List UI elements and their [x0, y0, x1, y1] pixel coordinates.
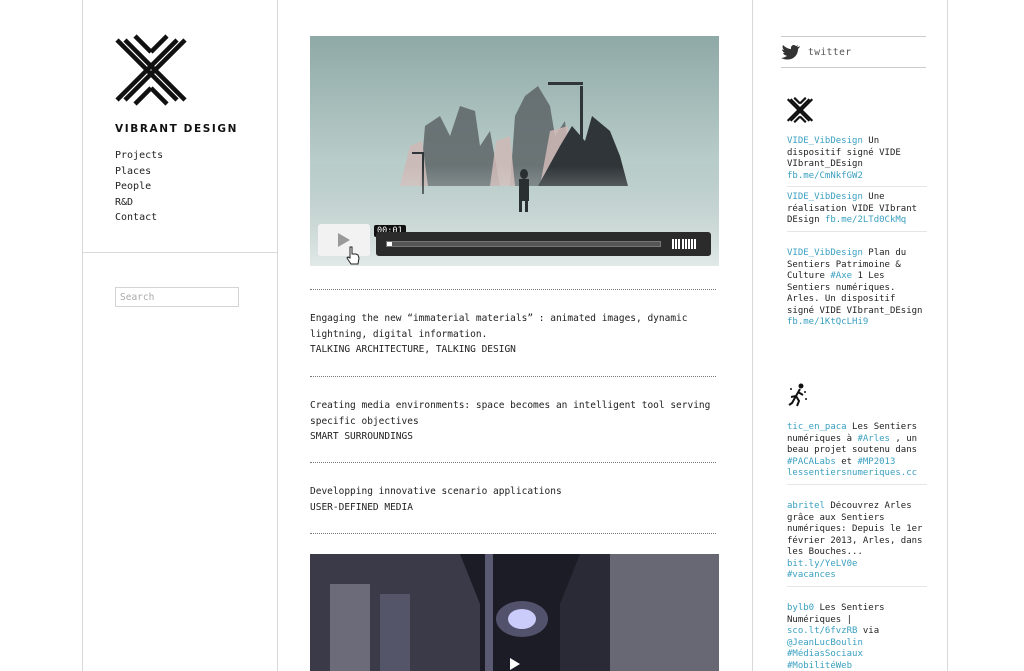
tweet-user[interactable]: VIDE_VibDesign: [787, 192, 863, 202]
tweet: VIDE_VibDesign Une réalisation VIDE VIbr…: [787, 192, 927, 232]
video-control-bar: [376, 232, 711, 256]
twitter-header: twitter: [781, 36, 926, 68]
sidebar-header: VIBRANT DESIGN Projects Places People R&…: [83, 0, 277, 253]
section-3: Developping innovative scenario applicat…: [310, 484, 715, 515]
tweet-hashtag[interactable]: #PACALabs: [787, 457, 836, 467]
tweet-link[interactable]: lessentiersnumeriques.cc: [787, 468, 927, 480]
vibrant-design-logo-icon[interactable]: [115, 34, 187, 106]
main-content: 00:01 Engaging the new “immaterial mater…: [278, 0, 752, 671]
brand-name: VIBRANT DESIGN: [115, 123, 239, 135]
tweet-hashtag[interactable]: #Arles: [857, 434, 890, 444]
tic-en-paca-avatar-icon[interactable]: [787, 383, 809, 407]
tweet-mention[interactable]: @JeanLucBoulin: [787, 638, 863, 648]
tweet-link[interactable]: sco.lt/6fvzRB: [787, 626, 857, 636]
video-progress-fill: [387, 242, 393, 246]
play-button[interactable]: [318, 224, 370, 256]
tweet-user[interactable]: abritel: [787, 501, 825, 511]
divider: [310, 289, 716, 291]
nav-item-places[interactable]: Places: [115, 164, 163, 180]
section-1: Engaging the new “immaterial materials” …: [310, 311, 715, 358]
tweet-user[interactable]: VIDE_VibDesign: [787, 136, 863, 146]
nav-item-projects[interactable]: Projects: [115, 148, 163, 164]
tweet-user[interactable]: bylb0: [787, 603, 814, 613]
nav-item-people[interactable]: People: [115, 179, 163, 195]
divider: [310, 462, 716, 464]
tweet-hashtag[interactable]: #Axe: [830, 271, 852, 281]
section-1-title: TALKING ARCHITECTURE, TALKING DESIGN: [310, 344, 516, 355]
divider: [310, 376, 716, 378]
video-player-2[interactable]: [310, 554, 719, 671]
tweet-user[interactable]: tic_en_paca: [787, 422, 847, 432]
twitter-bird-icon[interactable]: [781, 44, 801, 60]
tweet-text: et: [835, 456, 858, 467]
nav-item-contact[interactable]: Contact: [115, 210, 163, 226]
section-3-text: Developping innovative scenario applicat…: [310, 486, 562, 497]
tweet-hashtag[interactable]: #MédiasSociaux: [787, 649, 927, 661]
section-2: Creating media environments: space becom…: [310, 398, 715, 445]
divider: [310, 533, 716, 535]
tweet-hashtag[interactable]: #vacances: [787, 570, 927, 582]
search-input[interactable]: [115, 287, 239, 307]
tweet-link[interactable]: fb.me/2LTd0CkMq: [825, 215, 906, 225]
twitter-label: twitter: [808, 47, 852, 58]
tweet: abritel Découvrez Arles grâce aux Sentie…: [787, 501, 927, 587]
hand-cursor-icon: [346, 246, 360, 265]
section-1-text: Engaging the new “immaterial materials” …: [310, 313, 688, 340]
play-icon: [338, 233, 350, 247]
tweet-link[interactable]: fb.me/1KtQcLHi9: [787, 317, 868, 327]
tweet-hashtag[interactable]: #MP2013: [857, 457, 895, 467]
tweet-link[interactable]: fb.me/CmNkfGW2: [787, 171, 863, 181]
video-progress-track[interactable]: [386, 241, 661, 247]
section-3-title: USER-DEFINED MEDIA: [310, 501, 413, 513]
tweet-text: via: [857, 626, 880, 636]
tweet-hashtag[interactable]: #MobilitéWeb: [787, 661, 927, 671]
tweet-link[interactable]: bit.ly/YeLV0e: [787, 559, 927, 571]
vide-avatar-icon[interactable]: [787, 97, 813, 123]
tweet: VIDE_VibDesign Plan du Sentiers Patrimoi…: [787, 248, 927, 333]
tweet: bylb0 Les Sentiers Numériques | sco.lt/6…: [787, 603, 927, 671]
volume-icon[interactable]: [672, 239, 702, 249]
left-sidebar: VIBRANT DESIGN Projects Places People R&…: [82, 0, 278, 671]
section-2-text: Creating media environments: space becom…: [310, 400, 711, 427]
nav-item-rd[interactable]: R&D: [115, 195, 163, 211]
tweet: VIDE_VibDesign Un dispositif signé VIDE …: [787, 136, 927, 187]
right-sidebar: twitter VIDE_VibDesign Un dispositif sig…: [752, 0, 948, 671]
video-player[interactable]: 00:01: [310, 36, 719, 266]
tweet-user[interactable]: VIDE_VibDesign: [787, 248, 863, 258]
page: VIBRANT DESIGN Projects Places People R&…: [0, 0, 1024, 671]
video-frame-corridor: [310, 554, 719, 671]
tweet: tic_en_paca Les Sentiers numériques à #A…: [787, 422, 927, 485]
section-2-title: SMART SURROUNDINGS: [310, 431, 413, 442]
main-nav: Projects Places People R&D Contact: [115, 148, 163, 226]
